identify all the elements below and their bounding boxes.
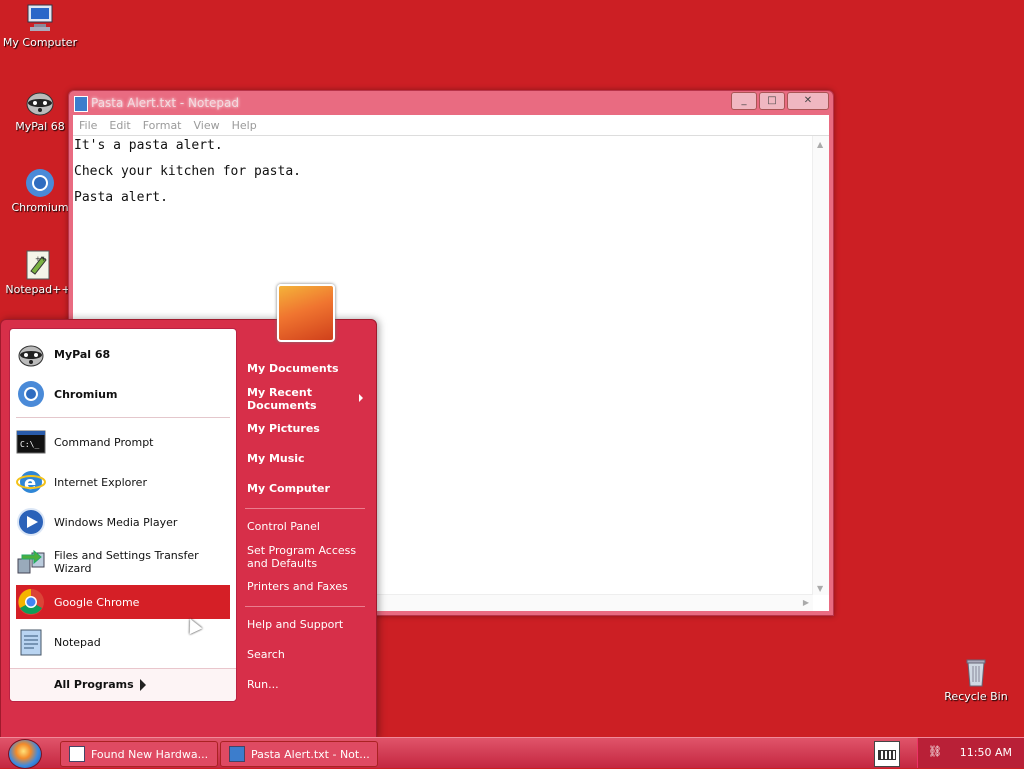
place-search[interactable]: Search xyxy=(247,648,285,661)
program-label: Chromium xyxy=(54,387,118,401)
menu-edit[interactable]: Edit xyxy=(109,119,130,132)
vertical-scrollbar[interactable]: ▲ ▼ xyxy=(812,136,829,595)
task-label: Pasta Alert.txt - Not... xyxy=(251,747,370,761)
desktop-icon-label: Recycle Bin xyxy=(944,690,1008,703)
close-button[interactable]: ✕ xyxy=(787,92,829,110)
place-my-recent-documents[interactable]: My Recent Documents xyxy=(247,386,347,412)
clock[interactable]: 11:50 AM xyxy=(960,746,1012,759)
wmp-icon xyxy=(16,507,46,537)
ie-icon: e xyxy=(16,467,46,497)
separator xyxy=(245,508,365,509)
place-run[interactable]: Run... xyxy=(247,678,279,691)
start-menu-programs: MyPal 68 Chromium C:\_ Command Prompt e … xyxy=(9,328,237,702)
program-google-chrome[interactable]: Google Chrome xyxy=(16,585,230,619)
task-label: Found New Hardwa... xyxy=(91,747,209,761)
start-menu-places: My Documents My Recent Documents My Pict… xyxy=(239,350,373,730)
place-help-and-support[interactable]: Help and Support xyxy=(247,618,343,631)
menu-format[interactable]: Format xyxy=(143,119,182,132)
program-label: Google Chrome xyxy=(54,595,140,609)
minimize-button[interactable]: _ xyxy=(731,92,757,110)
program-transfer-wizard[interactable]: Files and Settings Transfer Wizard xyxy=(16,545,230,579)
place-my-documents[interactable]: My Documents xyxy=(247,362,339,375)
place-printers-and-faxes[interactable]: Printers and Faxes xyxy=(247,580,348,593)
program-label: Notepad xyxy=(54,635,101,649)
menu-view[interactable]: View xyxy=(194,119,220,132)
maximize-button[interactable]: □ xyxy=(759,92,785,110)
chromium-icon xyxy=(24,167,56,199)
taskbar: Found New Hardwa... Pasta Alert.txt - No… xyxy=(0,737,1024,769)
raccoon-icon xyxy=(24,86,56,118)
program-label: Files and Settings Transfer Wizard xyxy=(54,549,199,575)
task-found-new-hardware[interactable]: Found New Hardwa... xyxy=(60,741,218,767)
keyboard-icon[interactable] xyxy=(874,741,900,767)
text-line: Check your kitchen for pasta. xyxy=(74,164,301,179)
separator xyxy=(245,606,365,607)
cmd-icon: C:\_ xyxy=(16,427,46,457)
pinned-chromium[interactable]: Chromium xyxy=(16,377,230,411)
program-windows-media-player[interactable]: Windows Media Player xyxy=(16,505,230,539)
desktop-icon-recycle-bin[interactable]: Recycle Bin xyxy=(938,656,1014,703)
start-menu: MyPal 68 Chromium C:\_ Command Prompt e … xyxy=(0,319,377,739)
place-my-pictures[interactable]: My Pictures xyxy=(247,422,320,435)
menu-help[interactable]: Help xyxy=(232,119,257,132)
computer-icon xyxy=(24,2,56,34)
desktop-icon-notepadpp[interactable]: ++ Notepad++ xyxy=(0,249,76,296)
desktop-icon-label: Chromium xyxy=(11,201,69,214)
arrow-right-icon xyxy=(359,394,363,402)
raccoon-icon xyxy=(16,339,46,369)
all-programs-label: All Programs xyxy=(54,678,134,691)
program-label: MyPal 68 xyxy=(54,347,111,361)
title-bar[interactable]: Pasta Alert.txt - Notepad _ □ ✕ xyxy=(69,91,833,115)
svg-text:C:\_: C:\_ xyxy=(20,440,39,449)
pinned-mypal[interactable]: MyPal 68 xyxy=(16,337,230,371)
task-pasta-alert[interactable]: Pasta Alert.txt - Not... xyxy=(220,741,378,767)
text-line: Pasta alert. xyxy=(74,190,168,205)
svg-text:++: ++ xyxy=(35,255,47,263)
program-label: Command Prompt xyxy=(54,435,154,449)
desktop-icon-mypal[interactable]: MyPal 68 xyxy=(2,86,78,133)
desktop-icon-label: MyPal 68 xyxy=(15,120,65,133)
chrome-icon xyxy=(16,587,46,617)
all-programs-button[interactable]: All Programs xyxy=(10,668,236,701)
system-tray: ⛓ 11:50 AM xyxy=(917,738,1024,768)
desktop-icon-label: My Computer xyxy=(2,36,78,49)
window-title: Pasta Alert.txt - Notepad xyxy=(91,96,240,110)
notepadpp-icon: ++ xyxy=(22,249,54,281)
notepad-icon xyxy=(229,746,245,762)
start-button[interactable] xyxy=(8,739,42,769)
desktop-icon-my-computer[interactable]: My Computer xyxy=(2,2,78,49)
user-picture[interactable] xyxy=(277,284,335,342)
place-my-computer[interactable]: My Computer xyxy=(247,482,330,495)
scroll-up-icon[interactable]: ▲ xyxy=(817,140,823,149)
transfer-wizard-icon xyxy=(16,547,46,577)
program-label: Windows Media Player xyxy=(54,515,178,529)
notepad-icon xyxy=(16,627,46,657)
place-set-program-access[interactable]: Set Program Access and Defaults xyxy=(247,544,357,570)
separator xyxy=(16,417,230,418)
arrow-right-icon xyxy=(140,679,146,691)
place-my-music[interactable]: My Music xyxy=(247,452,305,465)
place-control-panel[interactable]: Control Panel xyxy=(247,520,320,533)
menu-bar: File Edit Format View Help xyxy=(73,115,829,135)
desktop-icon-chromium[interactable]: Chromium xyxy=(2,167,78,214)
chromium-icon xyxy=(16,379,46,409)
scroll-down-icon[interactable]: ▼ xyxy=(817,584,823,593)
network-icon[interactable]: ⛓ xyxy=(928,745,942,758)
program-internet-explorer[interactable]: e Internet Explorer xyxy=(16,465,230,499)
text-line: It's a pasta alert. xyxy=(74,138,223,153)
hardware-icon xyxy=(69,746,85,762)
scroll-right-icon[interactable]: ▶ xyxy=(803,598,809,607)
program-command-prompt[interactable]: C:\_ Command Prompt xyxy=(16,425,230,459)
program-label: Internet Explorer xyxy=(54,475,147,489)
recycle-bin-icon xyxy=(960,656,992,688)
desktop-icon-label: Notepad++ xyxy=(5,283,71,296)
notepad-icon xyxy=(74,96,88,112)
menu-file[interactable]: File xyxy=(79,119,97,132)
